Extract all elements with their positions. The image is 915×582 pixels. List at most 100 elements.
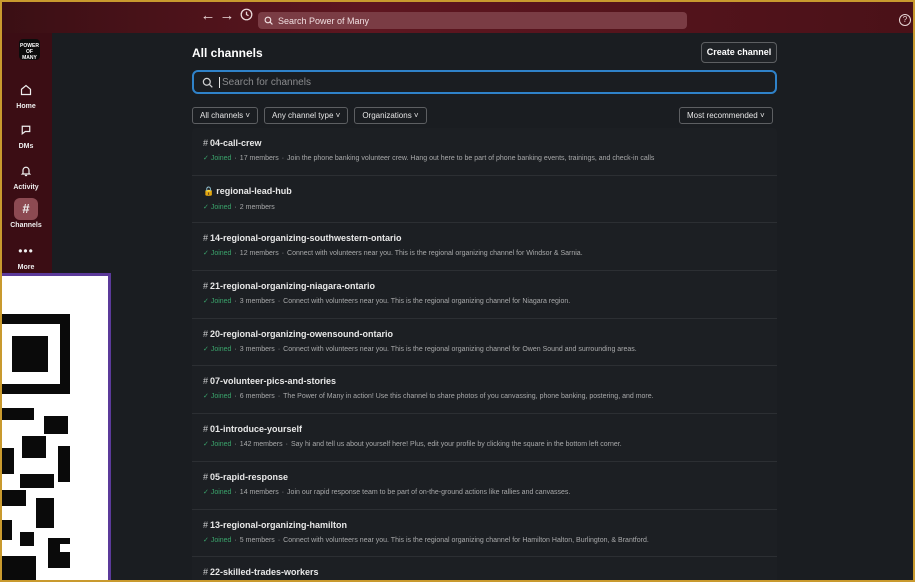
joined-label: Joined: [210, 345, 232, 353]
chevron-down-icon: ˅: [413, 111, 419, 120]
filter-label: Any channel type: [272, 111, 334, 120]
filter-all-channels[interactable]: All channels ˅: [192, 107, 259, 124]
separator: ·: [234, 441, 237, 449]
qr-module: [0, 490, 26, 506]
sidebar-item-label: Home: [16, 103, 36, 110]
workspace-logo[interactable]: POWER OF MANY: [19, 39, 40, 61]
channel-row[interactable]: #21-regional-organizing-niagara-ontario ✓…: [192, 271, 777, 319]
qr-module: [58, 446, 70, 482]
separator: ·: [234, 298, 237, 306]
channel-name: #20-regional-organizing-owensound-ontari…: [203, 329, 777, 339]
channel-name-text: 05-rapid-response: [210, 471, 289, 482]
check-icon: ✓: [203, 250, 211, 258]
member-count: 142 members: [239, 441, 283, 449]
hash-icon: #: [203, 471, 209, 482]
workspace-search-input[interactable]: Search Power of Many: [258, 12, 687, 29]
member-count: 14 members: [239, 488, 279, 496]
channel-row[interactable]: #05-rapid-response ✓ Joined · 14 members · Jo…: [192, 462, 777, 510]
channel-row[interactable]: #07-volunteer-pics-and-stories ✓ Joined · 6…: [192, 366, 777, 415]
hash-icon: #: [203, 233, 209, 244]
channel-meta: ✓ Joined · 5 members · Connect with voluntee…: [203, 536, 777, 544]
qr-finder-center: [12, 336, 48, 372]
arrow-left-icon[interactable]: ←: [200, 8, 216, 24]
joined-status: ✓ Joined: [203, 489, 231, 496]
sidebar-item-label: Activity: [13, 184, 39, 191]
sidebar-item-home[interactable]: Home: [0, 79, 52, 110]
channel-description: Connect with volunteers near you. This i…: [287, 250, 583, 258]
home-icon: [14, 79, 38, 101]
check-icon: ✓: [203, 345, 211, 353]
joined-label: Joined: [210, 488, 232, 496]
chevron-down-icon: ˅: [759, 111, 765, 120]
channel-row[interactable]: #13-regional-organizing-hamilton ✓ Joined…: [192, 510, 777, 558]
filter-channel-type[interactable]: Any channel type ˅: [264, 107, 349, 124]
hash-icon: #: [203, 424, 209, 435]
check-icon: ✓: [203, 298, 211, 306]
member-count: 3 members: [239, 298, 275, 306]
separator: ·: [281, 155, 285, 162]
channel-row[interactable]: #14-regional-organizing-southwestern-ont…: [192, 223, 777, 272]
hash-icon: #: [203, 376, 209, 387]
joined-label: Joined: [210, 393, 232, 401]
qr-module: [22, 436, 46, 458]
channel-description: Join the phone banking volunteer crew. H…: [287, 155, 655, 162]
workspace-logo-text: POWER OF MANY: [20, 43, 39, 61]
channel-search-input[interactable]: Search for channels: [192, 70, 777, 94]
channel-row[interactable]: 🔒 regional-lead-hub ✓ Joined · 2 members: [192, 176, 777, 224]
qr-module: [48, 538, 70, 568]
separator: ·: [234, 536, 237, 544]
channel-name: #14-regional-organizing-southwestern-ont…: [203, 233, 777, 243]
channel-description: Connect with volunteers near you. This i…: [283, 536, 649, 544]
channel-name-text: 04-call-crew: [210, 138, 262, 148]
channel-row[interactable]: #01-introduce-yourself ✓ Joined · 142 membe…: [192, 414, 777, 462]
joined-status: ✓ Joined: [203, 250, 231, 257]
channel-meta: ✓ Joined · 3 members · Connect with voluntee…: [203, 345, 777, 353]
channel-name-text: 21-regional-organizing-niagara-ontario: [210, 281, 376, 292]
check-icon: ✓: [203, 536, 211, 544]
search-icon: [202, 77, 213, 88]
hash-icon: #: [203, 567, 209, 578]
joined-status: ✓ Joined: [203, 537, 231, 544]
channel-name-text: 01-introduce-yourself: [210, 424, 303, 435]
qr-module: [44, 416, 68, 434]
channel-name: #22-skilled-trades-workers: [203, 567, 777, 577]
check-icon: ✓: [203, 441, 211, 449]
channel-meta: ✓ Joined · 3 members · Connect with voluntee…: [203, 297, 777, 305]
filter-bar: All channels ˅ Any channel type ˅ Organi…: [192, 107, 427, 124]
help-icon[interactable]: ?: [899, 14, 911, 26]
bell-icon: [14, 160, 38, 182]
chevron-down-icon: ˅: [245, 111, 251, 120]
arrow-right-icon[interactable]: →: [219, 8, 235, 24]
member-count: 2 members: [239, 203, 275, 211]
channel-row[interactable]: #20-regional-organizing-owensound-ontari…: [192, 319, 777, 367]
sidebar-item-label: More: [17, 264, 35, 271]
joined-label: Joined: [210, 536, 232, 544]
filter-organizations[interactable]: Organizations ˅: [354, 107, 427, 124]
channel-name-text: 14-regional-organizing-southwestern-onta…: [210, 233, 402, 244]
member-count: 12 members: [239, 250, 279, 258]
dm-icon: [14, 119, 38, 141]
channel-name-text: regional-lead-hub: [216, 185, 292, 196]
hash-icon: #: [14, 198, 38, 220]
clock-icon[interactable]: [238, 8, 254, 24]
sidebar-item-dms[interactable]: DMs: [0, 119, 52, 150]
sidebar-item-label: DMs: [18, 143, 34, 150]
channel-browser: All channels Create channel Search for c…: [52, 33, 915, 582]
member-count: 6 members: [239, 393, 275, 401]
separator: ·: [281, 488, 285, 496]
channel-meta: ✓ Joined · 6 members · The Power of Many in …: [203, 392, 777, 400]
channel-row[interactable]: #22-skilled-trades-workers: [192, 557, 777, 582]
sidebar-item-more[interactable]: ••• More: [0, 240, 52, 271]
channel-row[interactable]: #04-call-crew ✓ Joined · 17 members · Join th…: [192, 128, 777, 176]
create-channel-button[interactable]: Create channel: [701, 42, 777, 63]
qr-gap: [60, 544, 70, 552]
joined-status: ✓ Joined: [203, 441, 231, 448]
sidebar-item-channels[interactable]: # Channels: [0, 198, 52, 229]
sort-label: Most recommended: [687, 111, 758, 120]
joined-status: ✓ Joined: [203, 346, 231, 353]
hash-icon: #: [203, 281, 209, 292]
member-count: 17 members: [239, 155, 279, 162]
sidebar-item-activity[interactable]: Activity: [0, 160, 52, 191]
sort-dropdown[interactable]: Most recommended ˅: [679, 107, 773, 124]
channel-description: Say hi and tell us about yourself here! …: [290, 441, 622, 449]
